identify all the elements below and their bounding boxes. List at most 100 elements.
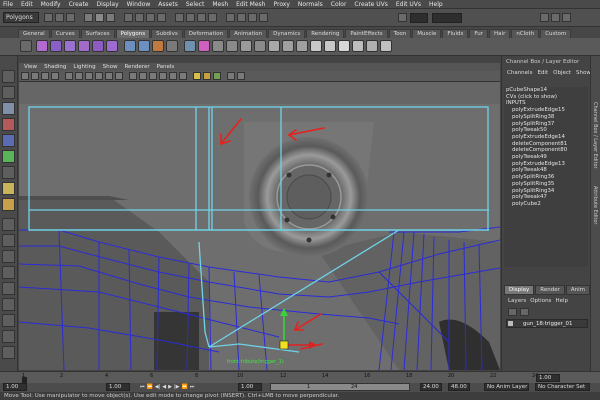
- combine-icon[interactable]: [124, 40, 136, 52]
- panel-menu-renderer[interactable]: Renderer: [124, 64, 149, 70]
- append-polygon-icon[interactable]: [212, 40, 224, 52]
- textured-icon[interactable]: [159, 72, 167, 80]
- select-hierarchy-icon[interactable]: [84, 13, 93, 22]
- paint-select-tool-icon[interactable]: [2, 102, 15, 115]
- split-polygon-icon[interactable]: [226, 40, 238, 52]
- playback-start-field[interactable]: 1.00: [106, 383, 130, 391]
- shelf-tab-curves[interactable]: Curves: [50, 29, 80, 38]
- layout-two-stack-icon[interactable]: [2, 266, 15, 279]
- field-chart-icon[interactable]: [105, 72, 113, 80]
- layer-menu-options[interactable]: Options: [530, 298, 551, 304]
- lasso-tool-icon[interactable]: [2, 86, 15, 99]
- input-node[interactable]: polyTweak50: [504, 127, 588, 134]
- cb-menu-object[interactable]: Object: [553, 70, 571, 76]
- new-scene-icon[interactable]: [44, 13, 53, 22]
- anim-end-field[interactable]: 48.00: [448, 383, 470, 391]
- cb-menu-edit[interactable]: Edit: [537, 70, 548, 76]
- step-back-icon[interactable]: ⏪: [147, 384, 153, 391]
- show-attribute-editor-icon[interactable]: [540, 13, 549, 22]
- input-node[interactable]: polySplitRing38: [504, 114, 588, 121]
- gate-mask-icon[interactable]: [95, 72, 103, 80]
- character-set-dropdown[interactable]: No Character Set: [535, 383, 590, 391]
- input-line-field-2[interactable]: [432, 13, 462, 23]
- panel-menu-shading[interactable]: Shading: [44, 64, 66, 70]
- uv-editor-icon[interactable]: [380, 40, 392, 52]
- snap-grid-icon[interactable]: [175, 13, 184, 22]
- input-node[interactable]: polyExtrudeEdge13: [504, 161, 588, 168]
- spherical-map-icon[interactable]: [352, 40, 364, 52]
- ipr-render-icon[interactable]: [248, 13, 257, 22]
- move-tool-icon[interactable]: [2, 118, 15, 131]
- show-manipulator-icon[interactable]: [2, 198, 15, 211]
- image-plane-icon[interactable]: [51, 72, 59, 80]
- cb-menu-show[interactable]: Show: [576, 70, 591, 76]
- backface-culling-icon[interactable]: [237, 72, 245, 80]
- merge-icon[interactable]: [282, 40, 294, 52]
- poly-sphere-icon[interactable]: [36, 40, 48, 52]
- high-quality-icon[interactable]: [227, 72, 235, 80]
- shelf-tab-custom[interactable]: Custom: [540, 29, 572, 38]
- anim-layer-dropdown[interactable]: No Anim Layer: [484, 383, 529, 391]
- snap-point-icon[interactable]: [197, 13, 206, 22]
- poly-plane-icon[interactable]: [92, 40, 104, 52]
- offset-edge-loop-icon[interactable]: [254, 40, 266, 52]
- menu-help[interactable]: Help: [429, 1, 443, 8]
- cylindrical-map-icon[interactable]: [338, 40, 350, 52]
- menu-edit-mesh[interactable]: Edit Mesh: [236, 1, 265, 8]
- input-node[interactable]: polySplitRing35: [504, 181, 588, 188]
- show-tool-settings-icon[interactable]: [551, 13, 560, 22]
- layer-menu-layers[interactable]: Layers: [508, 298, 526, 304]
- shelf-tab-polygons[interactable]: Polygons: [115, 29, 151, 38]
- layout-uv-icon[interactable]: [2, 330, 15, 343]
- layer-tab-render[interactable]: Render: [535, 285, 565, 295]
- poly-torus-icon[interactable]: [106, 40, 118, 52]
- menu-normals[interactable]: Normals: [298, 1, 323, 8]
- input-line-menu-icon[interactable]: [398, 13, 407, 22]
- next-key-icon[interactable]: |▶: [174, 384, 180, 391]
- bevel-icon[interactable]: [268, 40, 280, 52]
- planar-map-icon[interactable]: [324, 40, 336, 52]
- layout-single-icon[interactable]: [2, 218, 15, 231]
- input-node[interactable]: polyExtrudeEdge15: [504, 107, 588, 114]
- menu-set-dropdown[interactable]: Polygons: [3, 12, 39, 23]
- layout-two-side-icon[interactable]: [2, 250, 15, 263]
- menu-edit[interactable]: Edit: [21, 1, 33, 8]
- poly-cube-icon[interactable]: [50, 40, 62, 52]
- menu-assets[interactable]: Assets: [158, 1, 178, 8]
- new-layer-icon[interactable]: [508, 308, 517, 316]
- extrude-icon[interactable]: [184, 40, 196, 52]
- snap-curve-icon[interactable]: [186, 13, 195, 22]
- layer-tab-display[interactable]: Display: [504, 285, 535, 295]
- input-node[interactable]: deleteComponent80: [504, 147, 588, 154]
- layout-graph-icon[interactable]: [2, 298, 15, 311]
- play-back-icon[interactable]: ◀: [162, 384, 166, 391]
- input-node[interactable]: polyCube2: [504, 201, 588, 208]
- menu-modify[interactable]: Modify: [41, 1, 61, 8]
- menu-edit-uvs[interactable]: Edit UVs: [396, 1, 421, 8]
- layout-hypershade-icon[interactable]: [2, 314, 15, 327]
- shelf-tab-hair[interactable]: Hair: [489, 29, 511, 38]
- range-handle-start[interactable]: 1: [307, 384, 310, 390]
- range-slider[interactable]: 1 24: [270, 383, 410, 391]
- show-channel-box-icon[interactable]: [562, 13, 571, 22]
- prev-key-icon[interactable]: ◀|: [155, 384, 161, 391]
- shape-node-name[interactable]: pCubeShape14: [504, 87, 588, 94]
- soft-modification-icon[interactable]: [2, 182, 15, 195]
- shelf-tab-animation[interactable]: Animation: [229, 29, 268, 38]
- poly-cylinder-icon[interactable]: [64, 40, 76, 52]
- menu-select[interactable]: Select: [186, 1, 205, 8]
- select-camera-icon[interactable]: [21, 72, 29, 80]
- cb-menu-channels[interactable]: Channels: [507, 70, 532, 76]
- film-gate-icon[interactable]: [75, 72, 83, 80]
- shelf-tab-ncloth[interactable]: nCloth: [511, 29, 540, 38]
- camera-attributes-icon[interactable]: [31, 72, 39, 80]
- shelf-tab-rendering[interactable]: Rendering: [306, 29, 345, 38]
- menu-create[interactable]: Create: [69, 1, 89, 8]
- collapse-icon[interactable]: [296, 40, 308, 52]
- input-node[interactable]: polyTweak48: [504, 167, 588, 174]
- shelf-tab-subdivs[interactable]: Subdivs: [151, 29, 183, 38]
- separate-icon[interactable]: [138, 40, 150, 52]
- mask-edge-icon[interactable]: [135, 13, 144, 22]
- range-end-field[interactable]: 24.00: [420, 383, 442, 391]
- render-icon[interactable]: [237, 13, 246, 22]
